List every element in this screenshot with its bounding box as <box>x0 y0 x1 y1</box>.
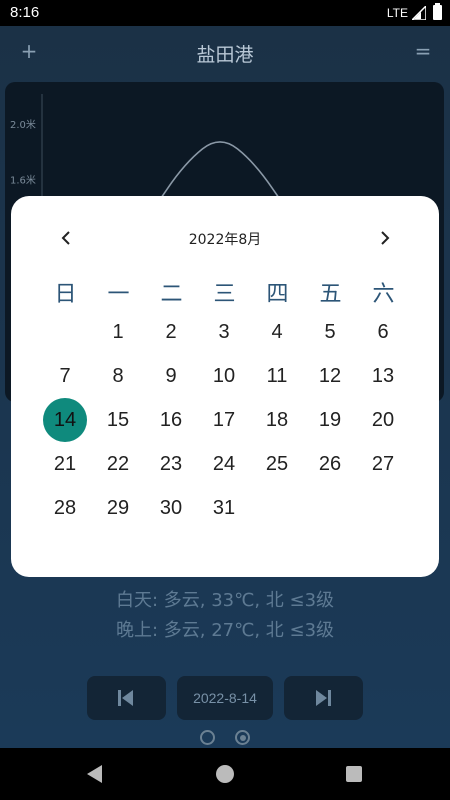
calendar-day[interactable]: 10 <box>202 354 246 398</box>
calendar-day[interactable]: 2 <box>149 310 193 354</box>
weekday-wed: 三 <box>213 282 236 307</box>
calendar-day[interactable]: 29 <box>96 486 140 530</box>
weekday-sun: 日 <box>54 282 77 307</box>
weekday-sat: 六 <box>372 282 395 307</box>
status-time: 8:16 <box>10 4 40 21</box>
calendar-day[interactable]: 28 <box>43 486 87 530</box>
calendar-day[interactable]: 16 <box>149 398 193 442</box>
top-bar: + 盐田港 = <box>0 26 450 82</box>
skip-previous-icon <box>118 690 133 706</box>
weather-night: 晚上: 多云, 27℃, 北 ≤3级 <box>115 620 335 641</box>
date-picker-dialog: 2022年8月 日 一 二 三 四 五 六 1 2 3 4 5 6 7 8 9 10 11 12 13 1… <box>11 196 439 577</box>
calendar-day[interactable]: 12 <box>308 354 352 398</box>
calendar-day[interactable]: 4 <box>255 310 299 354</box>
home-icon[interactable] <box>216 765 234 783</box>
weekday-mon: 一 <box>107 282 130 307</box>
calendar-day[interactable]: 13 <box>361 354 405 398</box>
page-dot-1[interactable] <box>200 730 215 745</box>
calendar-day[interactable]: 24 <box>202 442 246 486</box>
weekday-tue: 二 <box>160 282 183 307</box>
calendar-day[interactable]: 19 <box>308 398 352 442</box>
calendar-day[interactable]: 9 <box>149 354 193 398</box>
calendar-day[interactable]: 18 <box>255 398 299 442</box>
calendar-day[interactable]: 17 <box>202 398 246 442</box>
previous-day-button[interactable] <box>87 676 166 720</box>
weekday-thu: 四 <box>266 282 289 307</box>
date-controls: 2022-8-14 <box>0 676 450 722</box>
signal-icon <box>412 6 426 20</box>
calendar-day[interactable]: 26 <box>308 442 352 486</box>
calendar-day[interactable]: 11 <box>255 354 299 398</box>
status-bar: 8:16 LTE <box>0 0 450 26</box>
calendar-day[interactable]: 30 <box>149 486 193 530</box>
weekday-header: 日 一 二 三 四 五 六 <box>11 274 439 310</box>
page-indicator <box>0 728 450 746</box>
calendar-day[interactable]: 27 <box>361 442 405 486</box>
calendar-day[interactable]: 8 <box>96 354 140 398</box>
back-icon[interactable] <box>86 764 104 784</box>
calendar-day[interactable]: 31 <box>202 486 246 530</box>
calendar-day[interactable]: 22 <box>96 442 140 486</box>
calendar-header: 2022年8月 <box>11 196 439 280</box>
network-type: LTE <box>386 6 408 20</box>
system-nav-bar <box>0 748 450 800</box>
page-dot-2-active[interactable] <box>235 730 250 745</box>
menu-button[interactable]: = <box>412 40 434 62</box>
calendar-day[interactable]: 21 <box>43 442 87 486</box>
next-day-button[interactable] <box>284 676 363 720</box>
y-tick-label: 2.0米 <box>10 118 36 131</box>
calendar-day[interactable]: 3 <box>202 310 246 354</box>
skip-next-icon <box>316 690 331 706</box>
calendar-day[interactable]: 6 <box>361 310 405 354</box>
calendar-day[interactable]: 25 <box>255 442 299 486</box>
weather-day: 白天: 多云, 33℃, 北 ≤3级 <box>115 590 335 611</box>
current-date-button[interactable]: 2022-8-14 <box>177 676 273 720</box>
weekday-fri: 五 <box>319 282 342 307</box>
battery-icon <box>433 3 442 20</box>
calendar-day[interactable]: 15 <box>96 398 140 442</box>
recents-icon[interactable] <box>346 766 362 782</box>
calendar-day[interactable]: 20 <box>361 398 405 442</box>
calendar-day[interactable]: 23 <box>149 442 193 486</box>
page-title: 盐田港 <box>196 44 254 66</box>
next-month-button[interactable] <box>375 228 395 248</box>
weather-info: 白天: 多云, 33℃, 北 ≤3级 晚上: 多云, 27℃, 北 ≤3级 <box>0 586 450 646</box>
calendar-day[interactable]: 5 <box>308 310 352 354</box>
calendar-day-selected[interactable]: 14 <box>43 398 87 442</box>
calendar-day[interactable]: 1 <box>96 310 140 354</box>
calendar-day[interactable]: 7 <box>43 354 87 398</box>
y-tick-label: 1.6米 <box>10 174 36 187</box>
